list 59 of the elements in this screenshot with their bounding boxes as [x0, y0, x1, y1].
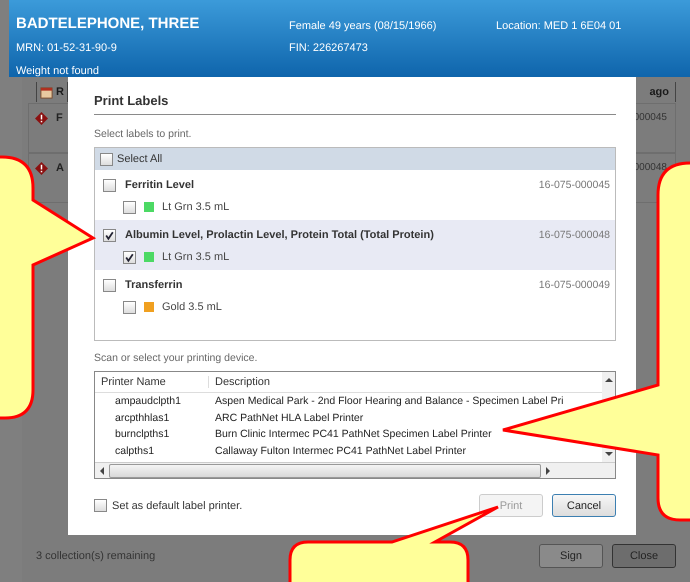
table-cell-text: ARC PathNet HLA Label Printer	[214, 412, 364, 424]
dialog-title: Print Labels	[94, 93, 170, 108]
mrn-text: MRN: 01-52-31-90-9	[16, 42, 118, 54]
label-group[interactable]: Ferritin Level 16-075-000045 Lt Grn 3.5 mL	[95, 170, 615, 220]
checkbox[interactable]	[123, 200, 136, 214]
table-cell-text: arcpthhlas1	[114, 412, 170, 424]
accession-number: 16-075-000045	[538, 179, 610, 191]
default-printer-label: Set as default label printer.	[112, 500, 244, 512]
label-group[interactable]: Albumin Level, Prolactin Level, Protein Total (Total Protein) 16-075-000048 Lt Grn 3.5 mL	[95, 220, 615, 270]
toolbar-button[interactable]: ago	[646, 82, 676, 102]
checkbox[interactable]	[100, 152, 113, 166]
column-header[interactable]: Description	[209, 376, 270, 388]
order-name: Ferritin Level	[125, 179, 196, 191]
printer-instruction: Scan or select your printing device.	[94, 352, 258, 364]
checkbox[interactable]	[103, 228, 116, 242]
calendar-icon	[40, 86, 53, 98]
table-cell-text: ampaudclpth1	[114, 395, 182, 408]
location-text: Location: MED 1 6E04 01	[496, 20, 622, 32]
scroll-right-icon[interactable]	[545, 466, 551, 474]
select-all-label: Select All	[117, 153, 162, 165]
order-name: Albumin Level, Prolactin Level, Protein Total (Total Protein)	[125, 229, 435, 241]
checkbox[interactable]	[123, 300, 136, 314]
scroll-down-icon[interactable]	[604, 451, 612, 457]
order-name: Transferrin	[125, 279, 184, 291]
demographics-text: Female 49 years (08/15/1966)	[289, 20, 438, 32]
toolbar-button[interactable]: R	[36, 82, 68, 102]
remaining-count: 3 collection(s) remaining	[36, 550, 156, 562]
checkbox[interactable]	[103, 278, 116, 292]
weight-text: Weight not found	[16, 65, 100, 77]
scroll-left-icon[interactable]	[99, 466, 105, 474]
tube-label: Lt Grn 3.5 mL	[162, 201, 230, 213]
tube-label: Lt Grn 3.5 mL	[162, 251, 230, 263]
scrollbar-thumb[interactable]	[109, 464, 541, 478]
instruction-text: Select labels to print.	[94, 128, 192, 140]
tube-label: Gold 3.5 mL	[162, 301, 222, 313]
checkbox[interactable]	[94, 499, 107, 512]
accession-number: 16-075-000049	[538, 279, 610, 291]
scroll-up-icon[interactable]	[604, 377, 612, 383]
table-cell-text: Callaway Fulton Intermec PC41 PathNet Label Printer	[214, 444, 466, 457]
collection-title: F	[56, 112, 64, 124]
collection-title: A	[56, 162, 65, 174]
table-cell-text: Aspen Medical Park - 2nd Floor Hearing and Balance - Specimen Label Pri	[214, 395, 564, 408]
table-cell-text: Burn Clinic Intermec PC41 PathNet Specimen Label Printer	[214, 428, 492, 440]
select-all-row[interactable]: Select All	[95, 148, 615, 170]
horizontal-scrollbar[interactable]	[95, 462, 615, 478]
printer-row[interactable]: calpths1 Callaway Fulton Intermec PC41 PathNet Label Printer	[95, 442, 602, 459]
alert-icon	[35, 162, 48, 175]
checkbox[interactable]	[123, 250, 136, 264]
checkbox[interactable]	[103, 178, 116, 192]
table-cell-text: burnclpths1	[114, 428, 170, 440]
label-group[interactable]: Transferrin 16-075-000049 Gold 3.5 mL	[95, 270, 615, 320]
accession-number: 16-075-000048	[538, 229, 610, 241]
cancel-button[interactable]: Cancel	[552, 494, 616, 517]
column-header[interactable]: Printer Name	[95, 376, 209, 388]
alert-icon	[35, 112, 48, 125]
table-cell-text: calpths1	[114, 444, 156, 457]
fin-text: FIN: 226267473	[289, 42, 369, 54]
sign-button[interactable]: Sign	[539, 544, 603, 568]
patient-name: BADTELEPHONE, THREE	[16, 14, 200, 32]
